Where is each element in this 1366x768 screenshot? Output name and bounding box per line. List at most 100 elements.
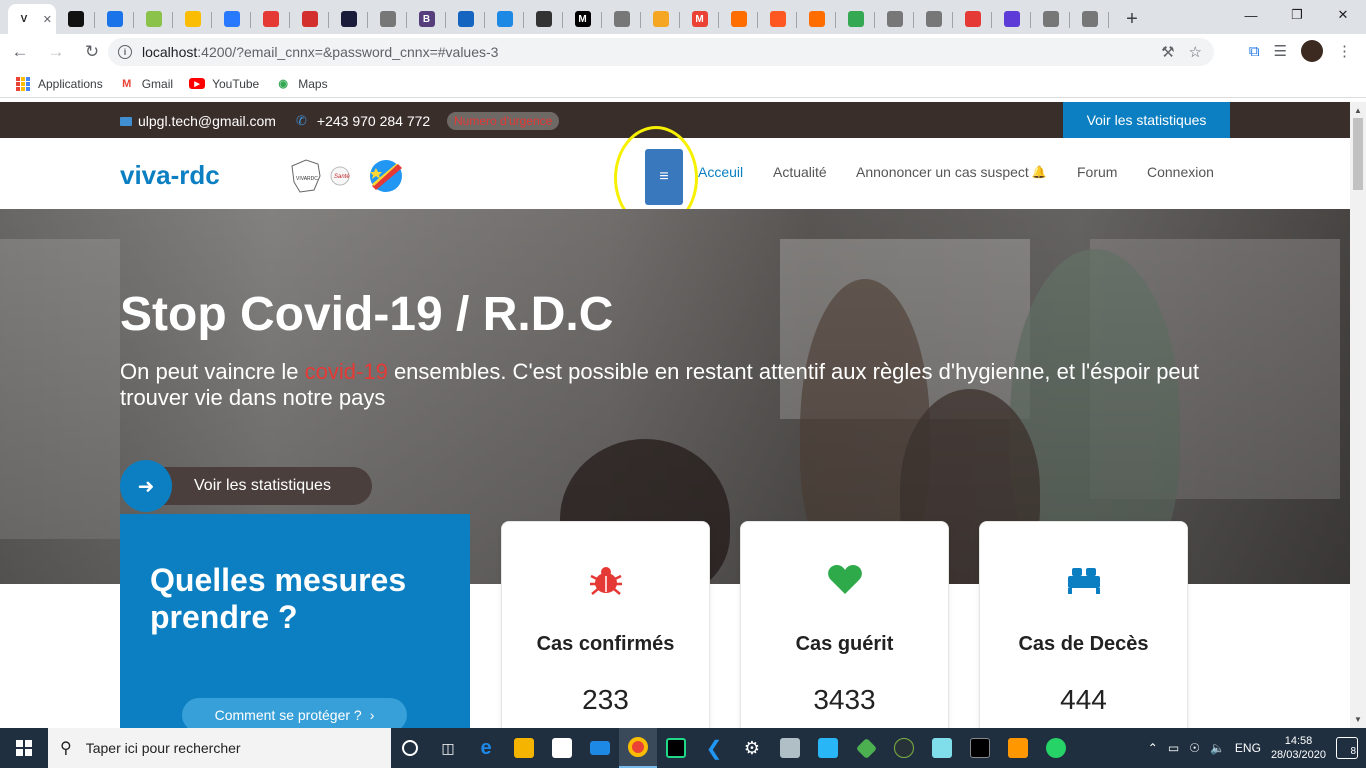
store-icon[interactable] — [543, 728, 581, 768]
browser-tab[interactable] — [134, 4, 173, 34]
chrome-icon[interactable] — [619, 728, 657, 768]
browser-tab[interactable] — [56, 4, 95, 34]
app-icon[interactable] — [809, 728, 847, 768]
reload-button[interactable]: ↻ — [76, 36, 108, 68]
file-explorer-icon[interactable] — [505, 728, 543, 768]
nav-forum[interactable]: Forum — [1077, 164, 1117, 180]
browser-tab[interactable] — [758, 4, 797, 34]
forward-button[interactable]: → — [40, 36, 72, 68]
browser-tab[interactable] — [914, 4, 953, 34]
browser-tab[interactable] — [602, 4, 641, 34]
network-icon[interactable]: ☉ — [1189, 741, 1200, 755]
browser-tab[interactable] — [290, 4, 329, 34]
menu-kebab-icon[interactable]: ⋮ — [1337, 42, 1352, 60]
nox-icon[interactable] — [885, 728, 923, 768]
close-tab-icon[interactable]: ✕ — [43, 13, 52, 26]
protect-button[interactable]: Comment se protéger ? › — [182, 698, 407, 728]
bookmark-label: YouTube — [212, 76, 260, 91]
page-scrollbar[interactable]: ▲ ▼ — [1350, 102, 1366, 728]
topbar-phone[interactable]: ✆ +243 970 284 772 — [296, 113, 430, 129]
brand-logo-text[interactable]: viva-rdc — [120, 160, 220, 191]
urgence-badge[interactable]: Numero d'urgence — [447, 112, 560, 130]
maximize-button[interactable]: ❐ — [1274, 0, 1320, 30]
app-icon[interactable] — [923, 728, 961, 768]
git-icon[interactable] — [847, 728, 885, 768]
windows-taskbar: ⚲ Taper ici pour rechercher ◫ e ❮ ⚙ ⌃ ▭ … — [0, 728, 1366, 768]
browser-tab[interactable] — [719, 4, 758, 34]
terminal-icon[interactable] — [961, 728, 999, 768]
browser-tab[interactable] — [173, 4, 212, 34]
browser-tab[interactable] — [446, 4, 485, 34]
tab-favicon-icon — [808, 11, 825, 27]
browser-tab[interactable]: M — [680, 4, 719, 34]
browser-tab[interactable] — [212, 4, 251, 34]
hero-stats-button[interactable]: ➜ Voir les statistiques — [120, 460, 372, 512]
card-value: 233 — [582, 684, 629, 715]
browser-tab[interactable] — [875, 4, 914, 34]
scroll-down-icon[interactable]: ▼ — [1354, 715, 1362, 724]
bookmark-youtube[interactable]: ▶ YouTube — [189, 77, 259, 91]
nav-actualite[interactable]: Actualité — [773, 164, 827, 180]
translate-icon[interactable]: ⚒ — [1161, 43, 1174, 61]
cortana-icon[interactable] — [391, 728, 429, 768]
nav-acceuil[interactable]: Acceuil — [698, 164, 743, 180]
topbar-email[interactable]: ulpgl.tech@gmail.com — [120, 113, 276, 129]
tray-expand-icon[interactable]: ⌃ — [1148, 741, 1158, 755]
browser-tab[interactable] — [992, 4, 1031, 34]
browser-tab[interactable] — [485, 4, 524, 34]
hero-text: On peut vaincre le covid-19 ensembles. C… — [120, 359, 1200, 410]
browser-tab[interactable]: M — [563, 4, 602, 34]
app-icon[interactable] — [771, 728, 809, 768]
browser-tab[interactable] — [641, 4, 680, 34]
scroll-up-icon[interactable]: ▲ — [1354, 106, 1362, 115]
mail-icon[interactable] — [581, 728, 619, 768]
nav-annoncer-cas[interactable]: Annononcer un cas suspect 🔔 — [856, 164, 1047, 180]
bookmark-maps[interactable]: ◉ Maps — [275, 77, 327, 91]
media-control-icon[interactable]: ☰ — [1274, 42, 1287, 60]
browser-tab[interactable] — [95, 4, 134, 34]
settings-gear-icon[interactable]: ⚙ — [733, 728, 771, 768]
new-tab-button[interactable]: + — [1117, 4, 1147, 34]
browser-tab[interactable] — [797, 4, 836, 34]
bookmark-gmail[interactable]: M Gmail — [119, 77, 173, 91]
nav-connexion[interactable]: Connexion — [1147, 164, 1214, 180]
browser-tab[interactable] — [524, 4, 563, 34]
hero-stats-label: Voir les statistiques — [150, 467, 372, 505]
taskbar-search-input[interactable]: ⚲ Taper ici pour rechercher — [48, 728, 391, 768]
browser-tab[interactable] — [1070, 4, 1109, 34]
browser-tab[interactable] — [836, 4, 875, 34]
browser-tab[interactable] — [368, 4, 407, 34]
webstorm-icon[interactable] — [657, 728, 695, 768]
language-indicator[interactable]: ENG — [1235, 741, 1261, 755]
browser-tab[interactable]: V ✕ — [8, 4, 56, 34]
tab-favicon-icon — [730, 11, 747, 27]
start-button[interactable] — [0, 728, 48, 768]
extension-icon[interactable]: ⧉ — [1249, 43, 1260, 60]
back-button[interactable]: ← — [4, 36, 36, 68]
vscode-icon[interactable]: ❮ — [695, 728, 733, 768]
close-window-button[interactable]: ✕ — [1320, 0, 1366, 30]
browser-tab[interactable] — [251, 4, 290, 34]
bookmark-star-icon[interactable]: ☆ — [1189, 43, 1202, 61]
browser-tab[interactable] — [329, 4, 368, 34]
browser-tab[interactable] — [1031, 4, 1070, 34]
bookmark-applications[interactable]: Applications — [15, 76, 103, 91]
minimize-button[interactable]: — — [1228, 0, 1274, 30]
notification-center-icon[interactable]: 8 — [1336, 737, 1358, 759]
task-view-icon[interactable]: ◫ — [429, 728, 467, 768]
edge-icon[interactable]: e — [467, 728, 505, 768]
battery-icon[interactable]: ▭ — [1168, 741, 1179, 755]
address-bar[interactable]: i localhost:4200/?email_cnnx=&password_c… — [108, 38, 1214, 66]
info-icon[interactable]: i — [118, 45, 132, 59]
scrollbar-thumb[interactable] — [1353, 118, 1363, 190]
maps-icon: ◉ — [278, 78, 289, 90]
stats-button-top[interactable]: Voir les statistiques — [1063, 102, 1230, 138]
browser-tab[interactable] — [953, 4, 992, 34]
clock[interactable]: 14:58 28/03/2020 — [1271, 734, 1326, 762]
media-player-icon[interactable] — [999, 728, 1037, 768]
volume-icon[interactable]: 🔈 — [1210, 741, 1225, 755]
whatsapp-icon[interactable] — [1037, 728, 1075, 768]
hamburger-menu-button[interactable]: ≡ — [645, 149, 683, 205]
profile-avatar[interactable] — [1301, 40, 1323, 62]
browser-tab[interactable]: B — [407, 4, 446, 34]
